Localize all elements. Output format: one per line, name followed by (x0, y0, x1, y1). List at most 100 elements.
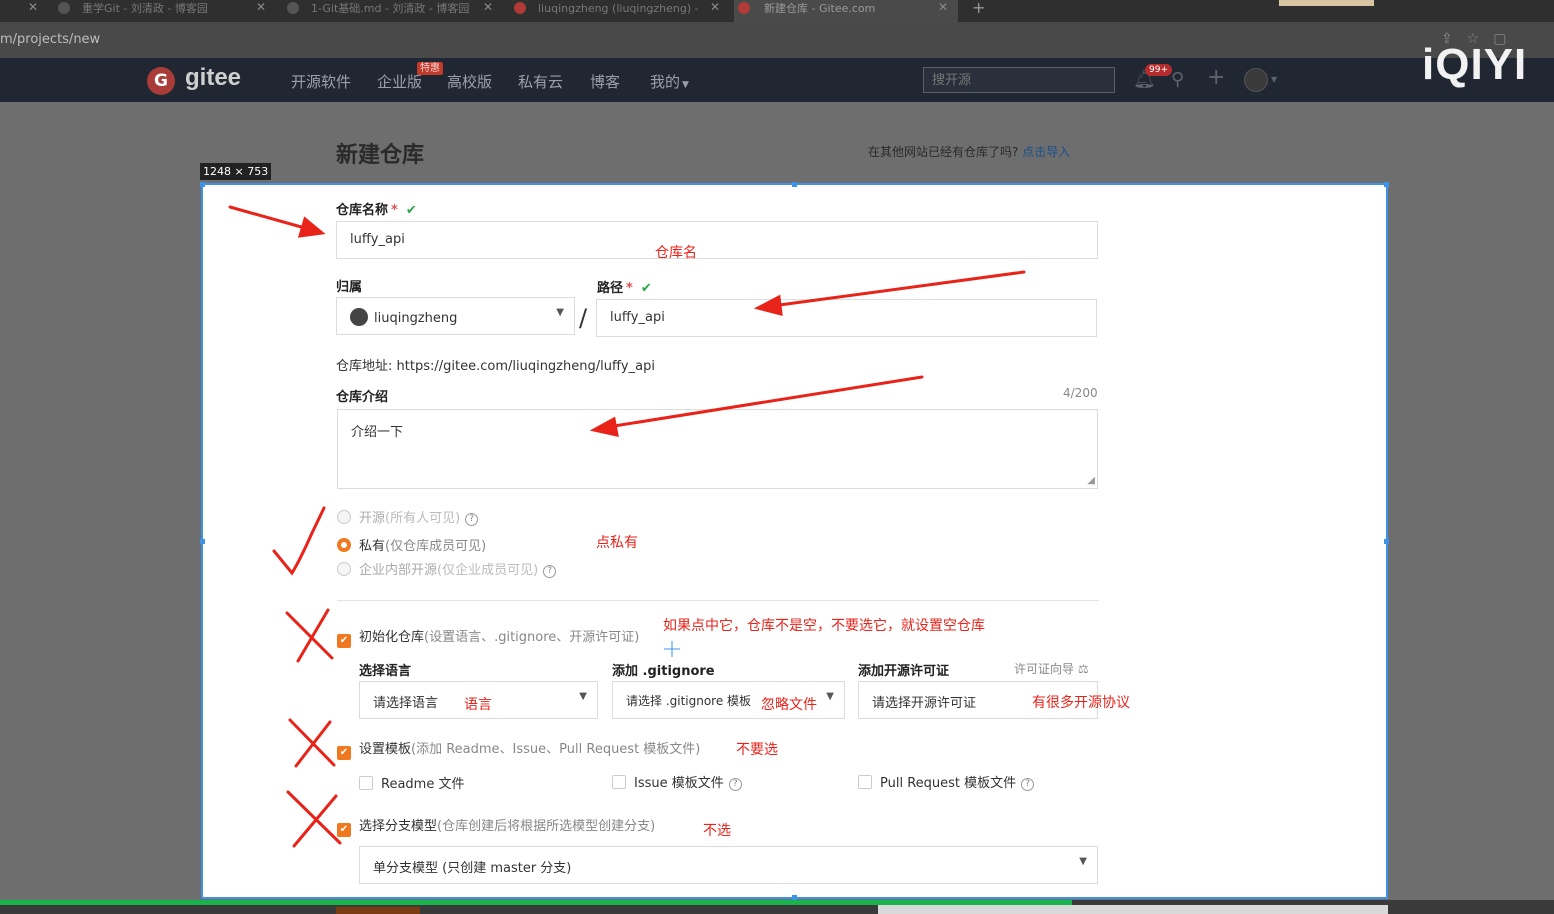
checkbox-box (612, 775, 626, 789)
checkbox-sub: (仓库创建后将根据所选模型创建分支) (437, 819, 656, 834)
license-guide-link[interactable]: 许可证向导 ⚖ (1014, 660, 1089, 677)
close-icon[interactable]: ✕ (483, 0, 493, 15)
repo-name-input[interactable]: luffy_api (336, 221, 1098, 259)
repo-address-value: https://gitee.com/liuqingzheng/luffy_api (396, 359, 655, 374)
browser-tab-bar: ✕ 重学Git - 刘清政 - 博客园 ✕ 1-Git基础.md - 刘清政 -… (0, 0, 1554, 22)
path-input[interactable]: luffy_api (596, 299, 1097, 337)
checkbox-label: Issue 模板文件 (634, 776, 724, 791)
help-icon[interactable]: ? (728, 778, 742, 791)
annotation-gitignore: 忽略文件 (761, 697, 817, 713)
visibility-public-radio[interactable]: 开源(所有人可见)? (337, 507, 479, 526)
import-link[interactable]: 点击导入 (1022, 145, 1070, 159)
video-progress-marker (336, 907, 420, 914)
readme-checkbox[interactable]: Readme 文件 (359, 773, 464, 792)
browser-tab[interactable]: 重学Git - 刘清政 - 博客园 ✕ (54, 0, 274, 22)
annotation-template: 不要选 (736, 742, 778, 758)
nav-private-cloud[interactable]: 私有云 (518, 71, 563, 92)
close-icon[interactable]: ✕ (256, 0, 266, 15)
branch-model-value: 单分支模型 (只创建 master 分支) (373, 861, 572, 876)
radio-sub: (仅企业成员可见) (437, 563, 539, 578)
url-text[interactable]: m/projects/new (0, 32, 100, 47)
taskbar-strip (878, 905, 1388, 914)
help-icon[interactable]: ? (465, 513, 479, 526)
nav-mine[interactable]: 我的 ▼ (650, 71, 689, 92)
annotation-init-warning: 如果点中它，仓库不是空，不要选它，就设置空仓库 (663, 618, 985, 634)
radio-label: 开源 (359, 511, 386, 526)
message-count-badge: 99+ (1145, 64, 1172, 76)
chevron-down-icon: ▼ (556, 307, 564, 318)
selection-dimension-label: 1248 × 753 (200, 163, 272, 180)
browser-tab-active[interactable]: 新建仓库 - Gitee.com ✕ (734, 0, 958, 22)
gitee-favicon-icon (514, 2, 526, 14)
intro-textarea[interactable]: 介绍一下 ◢ (337, 409, 1098, 489)
site-favicon-icon (287, 2, 299, 14)
browser-tab[interactable]: liuqingzheng (liuqingzheng) - ✕ (510, 0, 730, 22)
radio-sub: (所有人可见) (385, 511, 461, 526)
intro-value: 介绍一下 (351, 425, 404, 440)
gitee-navbar: G gitee 开源软件 企业版 特惠 高校版 私有云 博客 我的▼ 🔔︎ 99… (0, 58, 1554, 102)
import-hint-text: 在其他网站已经有仓库了吗? (868, 145, 1019, 159)
resize-handle[interactable] (1384, 539, 1389, 544)
page-title: 新建仓库 (336, 143, 425, 168)
owner-select[interactable]: liuqingzheng ▼ (336, 297, 575, 335)
init-repo-checkbox[interactable]: ✔ 初始化仓库(设置语言、.gitignore、开源许可证) (337, 626, 639, 648)
location-pin-icon[interactable]: ⚲ (1171, 69, 1184, 90)
nav-enterprise[interactable]: 企业版 (377, 71, 422, 92)
resize-handle[interactable] (1384, 182, 1389, 187)
repo-name-label-text: 仓库名称 (336, 203, 389, 218)
user-avatar[interactable] (1244, 68, 1268, 92)
site-favicon-icon (58, 2, 70, 14)
tab-title: liuqingzheng (liuqingzheng) - (538, 2, 699, 15)
repo-address: 仓库地址: https://gitee.com/liuqingzheng/luf… (336, 355, 655, 374)
pr-template-checkbox[interactable]: Pull Request 模板文件? (858, 772, 1035, 791)
branch-model-select[interactable]: 单分支模型 (只创建 master 分支) ▼ (359, 846, 1098, 884)
resize-handle[interactable] (200, 539, 205, 544)
checkbox-label: 初始化仓库 (359, 630, 425, 645)
chevron-down-icon[interactable]: ▼ (1271, 75, 1277, 84)
gitignore-label: 添加 .gitignore (612, 664, 715, 679)
language-label: 选择语言 (359, 664, 412, 679)
tab-title: 1-Git基础.md - 刘清政 - 博客园 (311, 2, 470, 15)
gitee-logo-icon: G (147, 67, 175, 95)
chevron-down-icon: ▼ (579, 691, 587, 702)
resize-grip-icon[interactable]: ◢ (1087, 475, 1095, 486)
close-icon[interactable]: ✕ (28, 0, 38, 14)
template-checkbox[interactable]: ✔ 设置模板(添加 Readme、Issue、Pull Request 模板文件) (337, 738, 700, 760)
intro-char-counter: 4/200 (1063, 386, 1098, 400)
visibility-internal-radio[interactable]: 企业内部开源(仅企业成员可见)? (337, 559, 557, 578)
nav-open-source[interactable]: 开源软件 (291, 71, 351, 92)
branch-model-checkbox[interactable]: ✔ 选择分支模型(仓库创建后将根据所选模型创建分支) (337, 815, 655, 837)
check-icon: ✔ (405, 203, 417, 218)
nav-education[interactable]: 高校版 (447, 71, 492, 92)
issue-template-checkbox[interactable]: Issue 模板文件? (612, 772, 742, 791)
owner-value: liuqingzheng (374, 311, 458, 326)
visibility-private-radio[interactable]: 私有(仅仓库成员可见) (337, 535, 486, 554)
divider (337, 600, 1099, 601)
checkbox-box (858, 775, 872, 789)
help-icon[interactable]: ? (543, 565, 557, 578)
radio-sub: (仅仓库成员可见) (385, 539, 487, 554)
close-icon[interactable]: ✕ (938, 0, 948, 15)
resize-handle[interactable] (200, 182, 205, 187)
address-bar: m/projects/new ⇪☆▢ (0, 22, 1554, 58)
plus-icon[interactable]: + (1207, 65, 1225, 90)
nav-search-input[interactable] (923, 67, 1115, 93)
radio-dot (337, 510, 351, 524)
gitee-logo-text: gitee (185, 64, 242, 91)
chevron-down-icon: ▼ (826, 691, 834, 702)
checkmark-icon: ✔ (337, 746, 351, 760)
nav-blog[interactable]: 博客 (590, 71, 620, 92)
resize-handle[interactable] (792, 182, 797, 187)
new-tab-icon[interactable]: + (972, 0, 985, 17)
annotation-branch: 不选 (703, 823, 731, 839)
help-icon[interactable]: ? (1021, 778, 1035, 791)
path-label-text: 路径 (597, 281, 624, 296)
gitignore-placeholder: 请选择 .gitignore 模板 (626, 694, 752, 708)
checkbox-label: Pull Request 模板文件 (880, 776, 1017, 791)
required-mark: * (391, 203, 398, 218)
close-icon[interactable]: ✕ (710, 0, 720, 15)
chevron-down-icon: ▼ (1079, 856, 1087, 867)
license-placeholder: 请选择开源许可证 (872, 696, 977, 711)
radio-dot (337, 562, 351, 576)
browser-tab[interactable]: 1-Git基础.md - 刘清政 - 博客园 ✕ (283, 0, 501, 22)
